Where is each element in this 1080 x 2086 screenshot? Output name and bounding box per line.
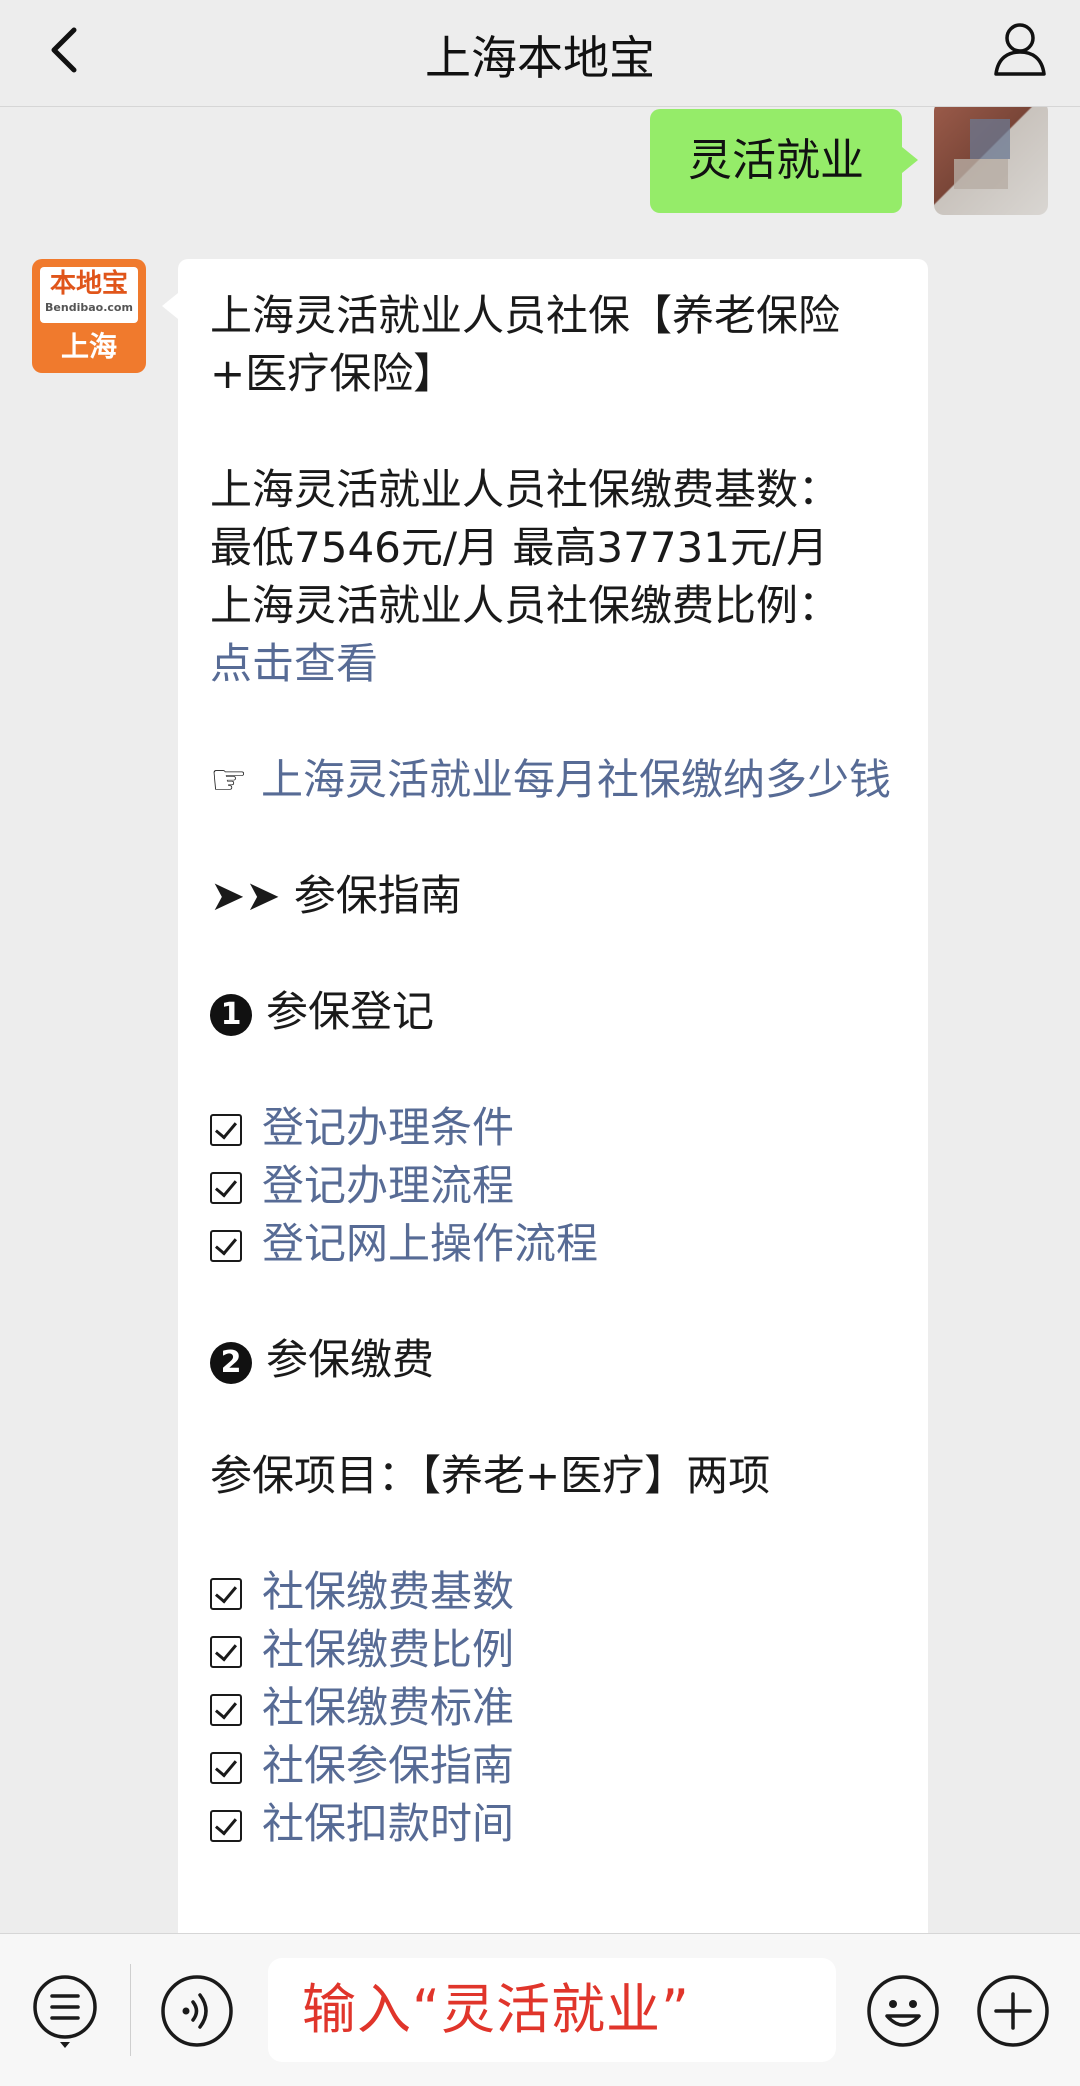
logo-city: 上海 [60,330,117,363]
pointing-hand-icon: ☞ [210,755,248,804]
double-arrow-icon: ➤➤ [210,871,281,920]
section2-link[interactable]: 社保参保指南 [262,1741,514,1790]
guide-title: 参保指南 [293,871,462,920]
bendibao-logo: 本地宝 Bendibao.com [40,267,138,323]
list-item[interactable]: 登记网上操作流程 [210,1215,896,1273]
page-title: 上海本地宝 [425,31,655,85]
menu-list-icon[interactable] [30,1972,100,2050]
section2-link[interactable]: 社保缴费比例 [262,1625,514,1674]
list-item[interactable]: 社保参保指南 [210,1737,896,1795]
section2-link[interactable]: 社保缴费标准 [262,1683,514,1732]
checkbox-icon [210,1694,242,1726]
checkbox-icon [210,1752,242,1784]
sent-message-bubble[interactable]: 灵活就业 [650,109,918,213]
logo-site: Bendibao.com [45,301,133,314]
list-item[interactable]: 登记办理流程 [210,1157,896,1215]
checkbox-icon [210,1810,242,1842]
section2-link[interactable]: 社保缴费基数 [262,1567,514,1616]
bot-avatar[interactable]: 本地宝 Bendibao.com 上海 [32,259,146,373]
voice-icon[interactable] [160,1974,234,2048]
reply-title: 上海灵活就业人员社保【养老保险+医疗保险】 [210,291,841,398]
ratio-label: 上海灵活就业人员社保缴费比例： [210,581,841,630]
list-item[interactable]: 社保缴费比例 [210,1621,896,1679]
list-item[interactable]: 登记办理条件 [210,1099,896,1157]
message-input[interactable]: 输入“灵活就业” [268,1958,836,2062]
section1-link[interactable]: 登记办理条件 [262,1103,514,1152]
user-avatar[interactable] [934,107,1048,215]
number-2-icon: 2 [210,1342,252,1384]
ratio-link[interactable]: 点击查看 [210,639,378,688]
base-line-1: 上海灵活就业人员社保缴费基数： [210,465,841,514]
sent-message-row: 灵活就业 [0,107,1080,217]
checkbox-icon [210,1114,242,1146]
number-1-icon: 1 [210,994,252,1036]
list-item[interactable]: 社保扣款时间 [210,1795,896,1853]
base-line-2: 最低7546元/月 最高37731元/月 [210,523,829,572]
insurance-items-line: 参保项目：【养老+医疗】两项 [210,1451,771,1500]
plus-icon[interactable] [976,1974,1050,2048]
section1-link[interactable]: 登记办理流程 [262,1161,514,1210]
section1-title: 参保登记 [266,987,435,1036]
avatar-mosaic [970,119,1010,159]
checkbox-icon [210,1578,242,1610]
divider [130,1964,131,2056]
reply-message-bubble: 上海灵活就业人员社保【养老保险+医疗保险】 上海灵活就业人员社保缴费基数： 最低… [162,259,928,1933]
top-bar: 上海本地宝 [0,0,1080,107]
section1-link[interactable]: 登记网上操作流程 [262,1219,598,1268]
monthly-cost-link[interactable]: 上海灵活就业每月社保缴纳多少钱 [261,755,891,804]
checkbox-icon [210,1172,242,1204]
section2-link[interactable]: 社保扣款时间 [262,1799,514,1848]
logo-brand: 本地宝 [49,269,128,299]
emoji-icon[interactable] [866,1974,940,2048]
list-item[interactable]: 社保缴费基数 [210,1563,896,1621]
input-bar: 输入“灵活就业” [0,1933,1080,2086]
checkbox-icon [210,1230,242,1262]
avatar-mosaic [954,159,1008,189]
chat-area[interactable]: 灵活就业 本地宝 Bendibao.com 上海 上海灵活就业人员社保【养老保险… [0,107,1080,1933]
checkbox-icon [210,1636,242,1668]
section2-title: 参保缴费 [266,1335,435,1384]
list-item[interactable]: 社保缴费标准 [210,1679,896,1737]
person-icon[interactable] [988,16,1052,80]
